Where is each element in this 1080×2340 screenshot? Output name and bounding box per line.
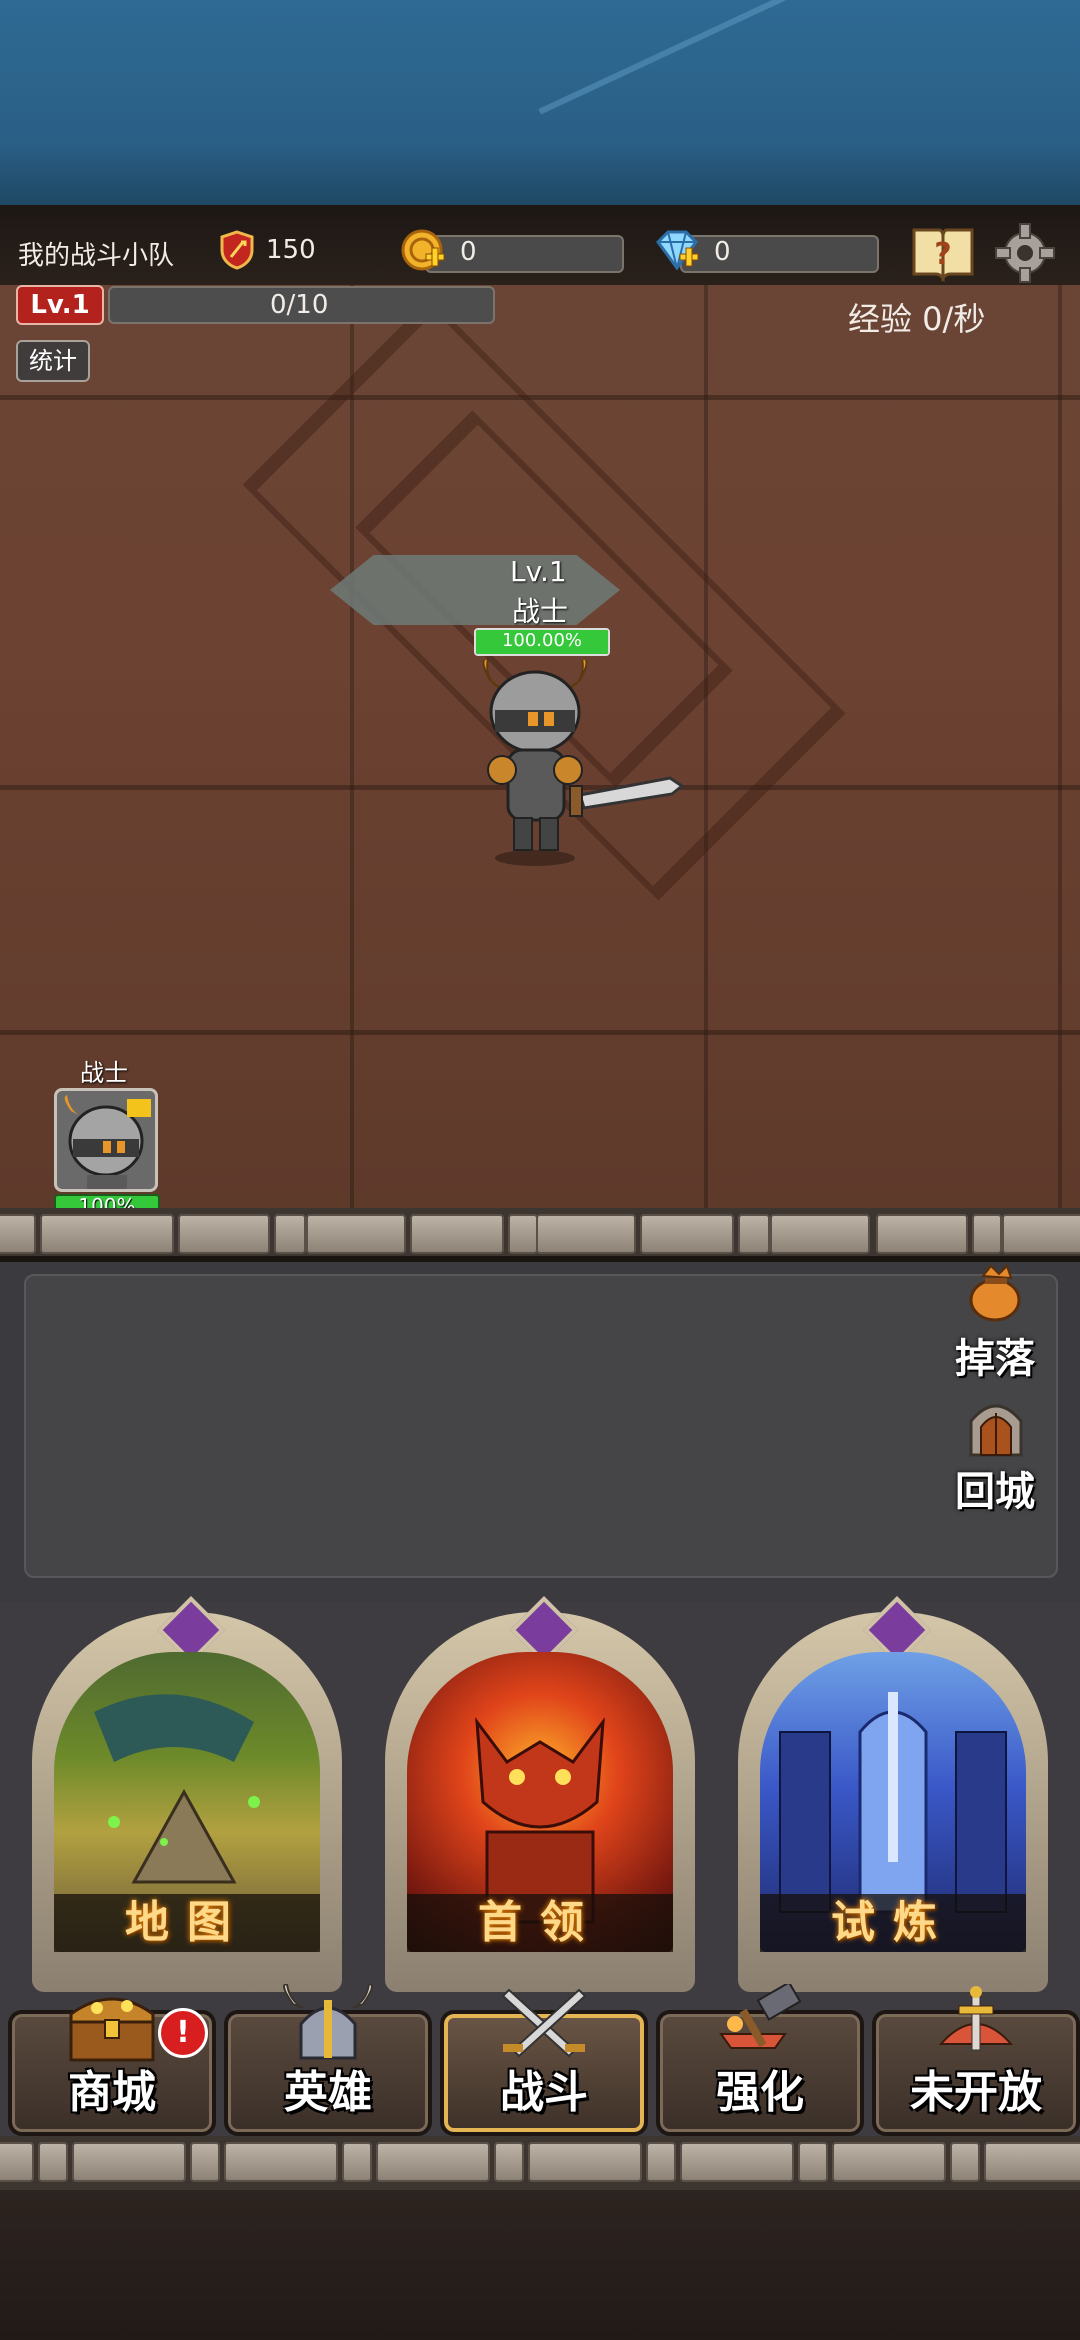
- stone-wall-top: [0, 1208, 1080, 1256]
- nav-enhance-label: 强化: [716, 2067, 804, 2118]
- diamond-icon[interactable]: [652, 228, 704, 280]
- map-card-label: 地图: [54, 1894, 320, 1952]
- drops-button[interactable]: 掉落: [945, 1262, 1045, 1382]
- warrior-portrait-icon: [64, 1095, 151, 1189]
- gold-value: 0: [460, 237, 477, 267]
- nav-locked-label: 未开放: [910, 2067, 1042, 2118]
- player-level-badge: Lv.1: [16, 285, 104, 325]
- sky-banner: [0, 0, 1080, 205]
- party-member-portrait[interactable]: [54, 1088, 158, 1192]
- drops-label: 掉落: [955, 1336, 1035, 1382]
- exp-progress-text: 0/10: [270, 290, 329, 320]
- boss-mode-card[interactable]: 首领: [385, 1596, 695, 1992]
- map-mode-card[interactable]: 地图: [32, 1596, 342, 1992]
- hero-level-label: Lv.1: [510, 555, 567, 588]
- hero-name-label: 战士: [512, 595, 569, 628]
- battle-log-area[interactable]: [24, 1274, 1058, 1578]
- battle-log-panel: [0, 1262, 1080, 1602]
- trial-card-label: 试炼: [760, 1894, 1026, 1952]
- crossed-swords-icon: [501, 1988, 587, 2058]
- anvil-hammer-icon: [719, 1984, 802, 2049]
- gold-bar: [425, 235, 624, 273]
- exp-rate-text: 经验 0/秒: [848, 300, 986, 338]
- viking-helmet-icon: [283, 1984, 373, 2060]
- svg-text:?: ?: [934, 237, 951, 272]
- stats-button[interactable]: 统计: [16, 340, 90, 382]
- settings-gear-icon[interactable]: [992, 220, 1058, 290]
- nav-enhance-button[interactable]: 强化: [656, 1984, 864, 2136]
- nav-hero-label: 英雄: [284, 2067, 372, 2118]
- diamond-value: 0: [714, 237, 731, 267]
- shop-alert-badge: !: [158, 2008, 208, 2058]
- warrior-sprite[interactable]: [470, 656, 690, 874]
- nav-battle-button[interactable]: 战斗: [440, 1988, 648, 2136]
- nav-hero-button[interactable]: 英雄: [224, 1984, 432, 2136]
- boss-card-label: 首领: [407, 1894, 673, 1952]
- stone-wall-bottom: [0, 2136, 1080, 2192]
- return-city-button[interactable]: 回城: [945, 1395, 1045, 1515]
- trial-mode-card[interactable]: 试炼: [738, 1596, 1048, 1992]
- loot-bag-icon: [969, 1264, 1021, 1322]
- nav-locked-button[interactable]: 未开放: [872, 1986, 1080, 2136]
- sword-emblem-icon: [938, 1986, 1014, 2051]
- power-shield-icon: [220, 230, 254, 274]
- diamond-bar: [680, 235, 879, 273]
- return-city-label: 回城: [955, 1469, 1035, 1515]
- power-value: 150: [266, 235, 316, 265]
- treasure-chest-icon: [69, 1997, 155, 2062]
- city-gate-icon: [969, 1404, 1023, 1457]
- hero-hp-text: 100.00%: [501, 630, 583, 651]
- party-member-name: 战士: [80, 1059, 128, 1087]
- team-name: 我的战斗小队: [18, 241, 175, 271]
- nav-shop-label: 商城: [68, 2067, 156, 2118]
- bottom-floor: [0, 2190, 1080, 2340]
- nav-battle-label: 战斗: [500, 2067, 588, 2118]
- gold-coin-icon[interactable]: [398, 228, 450, 280]
- stage-plate: [330, 555, 620, 625]
- quest-book-icon[interactable]: ?: [910, 220, 976, 286]
